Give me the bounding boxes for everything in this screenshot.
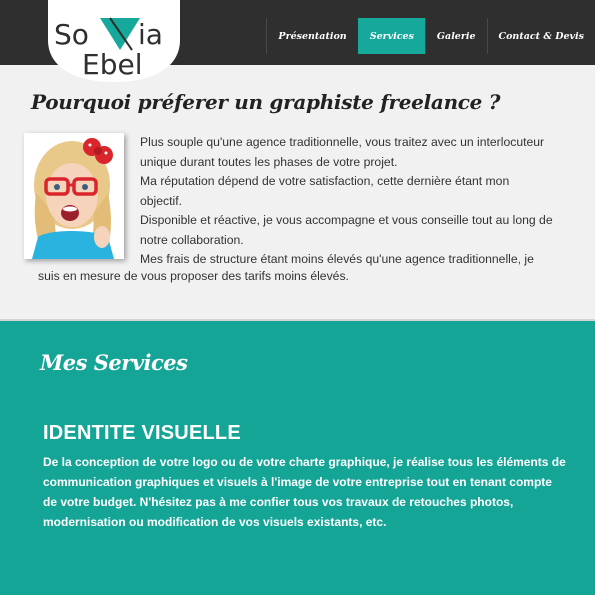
intro-line: unique durant toutes les phases de votre… bbox=[140, 154, 398, 169]
service-line: de votre budget. N'hésitez pas à me conf… bbox=[43, 495, 514, 509]
service-line: De la conception de votre logo ou de vot… bbox=[43, 455, 566, 469]
intro-line: Mes frais de structure étant moins élevé… bbox=[140, 252, 534, 266]
nav-item-contact-devis[interactable]: Contact & Devis bbox=[486, 18, 595, 54]
site-header: So ia Ebel Présentation Services Galerie… bbox=[0, 0, 595, 82]
nav-item-presentation[interactable]: Présentation bbox=[266, 18, 357, 54]
intro-line: notre collaboration. bbox=[140, 232, 244, 247]
site-logo[interactable]: So ia Ebel bbox=[40, 0, 188, 85]
intro-line: objectif. bbox=[140, 193, 183, 208]
services-title: Mes Services bbox=[40, 350, 188, 375]
nav-item-services[interactable]: Services bbox=[357, 18, 425, 54]
service-description: De la conception de votre logo ou de vot… bbox=[43, 452, 573, 532]
svg-text:So: So bbox=[54, 18, 89, 51]
nav-item-galerie[interactable]: Galerie bbox=[424, 18, 487, 54]
woman-with-red-glasses-photo bbox=[24, 133, 124, 259]
svg-text:Ebel: Ebel bbox=[82, 48, 142, 81]
intro-paragraph: Plus souple qu'une agence traditionnelle… bbox=[140, 133, 580, 270]
intro-line: Disponible et réactive, je vous accompag… bbox=[140, 213, 553, 227]
service-line: modernisation ou modification de vos vis… bbox=[43, 515, 387, 529]
intro-line: Plus souple qu'une agence traditionnelle… bbox=[140, 135, 545, 149]
intro-line: Ma réputation dépend de votre satisfacti… bbox=[140, 174, 510, 188]
service-heading: IDENTITE VISUELLE bbox=[43, 422, 241, 444]
intro-line: suis en mesure de vous proposer des tari… bbox=[38, 269, 349, 283]
svg-text:ia: ia bbox=[138, 18, 163, 51]
service-line: communication graphiques et visuels à l'… bbox=[43, 475, 552, 489]
intro-title: Pourquoi préferer un graphiste freelance… bbox=[31, 90, 501, 114]
main-nav: Présentation Services Galerie Contact & … bbox=[266, 18, 595, 54]
services-section: Mes Services IDENTITE VISUELLE De la con… bbox=[0, 321, 595, 595]
